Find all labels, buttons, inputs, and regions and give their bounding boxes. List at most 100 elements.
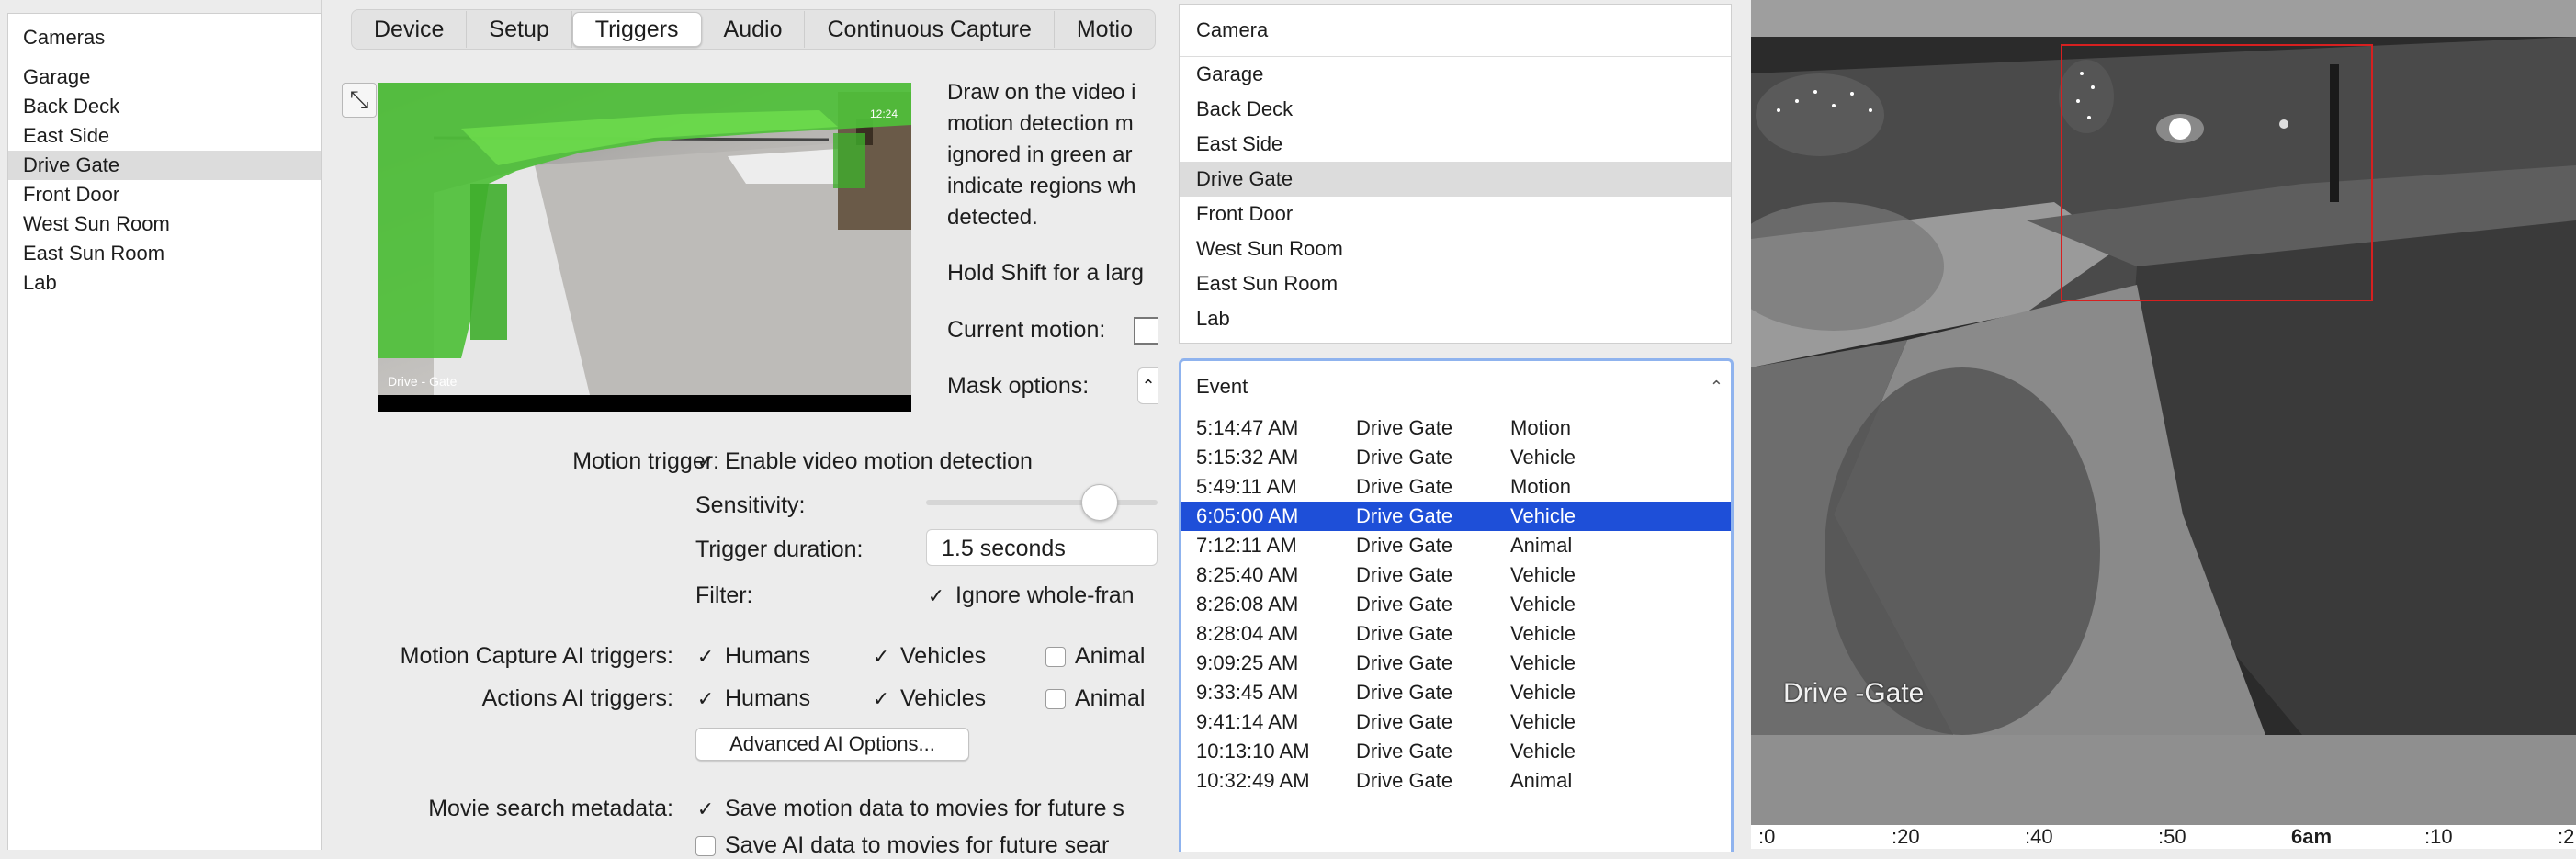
humans-label: Humans: [725, 643, 811, 669]
event-camera: Drive Gate: [1356, 593, 1453, 616]
mask-options-popup[interactable]: ⌃: [1137, 367, 1158, 404]
camera-table-row[interactable]: Front Door: [1180, 197, 1731, 232]
vehicles-label: Vehicles: [900, 643, 987, 669]
event-table-row[interactable]: 5:49:11 AM Drive Gate Motion: [1181, 472, 1731, 502]
camera-table-row[interactable]: Back Deck: [1180, 92, 1731, 127]
current-motion-label: Current motion:: [947, 317, 1106, 343]
camera-list-item[interactable]: East Sun Room: [8, 239, 321, 268]
mask-options-label: Mask options:: [947, 373, 1090, 399]
timeline-tick-label: :40: [2025, 825, 2053, 848]
event-table-row[interactable]: 7:12:11 AM Drive Gate Animal: [1181, 531, 1731, 560]
event-table-row[interactable]: 8:26:08 AM Drive Gate Vehicle: [1181, 590, 1731, 619]
tab-device[interactable]: Device: [352, 11, 468, 48]
tab-audio[interactable]: Audio: [702, 11, 806, 48]
event-table-row[interactable]: 9:33:45 AM Drive Gate Vehicle: [1181, 678, 1731, 707]
save-ai-data-checkbox[interactable]: Save AI data to movies for future sear: [695, 832, 1158, 859]
event-table-header[interactable]: Event ⌃: [1181, 361, 1731, 413]
camera-list-header: Cameras: [8, 14, 321, 62]
sensitivity-slider-knob[interactable]: [1081, 484, 1119, 521]
camera-list-item[interactable]: West Sun Room: [8, 209, 321, 239]
capture-animals-checkbox[interactable]: Animal: [1045, 643, 1158, 670]
event-header-label: Event: [1196, 375, 1248, 398]
event-table-row[interactable]: 5:15:32 AM Drive Gate Vehicle: [1181, 443, 1731, 472]
mask-description: Draw on the video i motion detection m i…: [947, 77, 1158, 233]
advanced-ai-options-button[interactable]: Advanced AI Options...: [695, 728, 969, 761]
camera-list-item[interactable]: East Side: [8, 121, 321, 151]
check-icon: ✓: [927, 584, 945, 608]
event-type: Vehicle: [1510, 710, 1576, 733]
tab-motio[interactable]: Motio: [1055, 11, 1155, 48]
capture-humans-checkbox[interactable]: ✓ Humans: [695, 643, 810, 670]
camera-list-item[interactable]: Lab: [8, 268, 321, 298]
sensitivity-slider-track[interactable]: [926, 500, 1158, 505]
camera-table-header[interactable]: Camera: [1180, 5, 1731, 57]
camera-table-row[interactable]: Garage: [1180, 57, 1731, 92]
event-time: 10:32:49 AM: [1196, 769, 1310, 792]
camera-table-row[interactable]: West Sun Room: [1180, 232, 1731, 266]
event-table-row[interactable]: 10:32:49 AM Drive Gate Animal: [1181, 766, 1731, 796]
animals-label: Animal: [1075, 685, 1146, 711]
actions-humans-checkbox[interactable]: ✓ Humans: [695, 685, 810, 712]
camera-list-item[interactable]: Front Door: [8, 180, 321, 209]
event-time: 5:15:32 AM: [1196, 446, 1299, 469]
timeline-tick-label: :20: [1892, 825, 1920, 848]
tab-triggers[interactable]: Triggers: [571, 12, 702, 47]
event-type: Motion: [1510, 475, 1572, 498]
camera-table-row[interactable]: East Side: [1180, 127, 1731, 162]
event-type: Vehicle: [1510, 622, 1576, 645]
camera-table-row[interactable]: Drive Gate: [1180, 162, 1731, 197]
preview-image[interactable]: Drive - Gate 12:24: [378, 83, 911, 395]
expand-icon[interactable]: ⤡: [342, 83, 377, 118]
event-table-row[interactable]: 10:13:10 AM Drive Gate Vehicle: [1181, 737, 1731, 766]
event-type: Animal: [1510, 534, 1573, 557]
tab-setup[interactable]: Setup: [467, 11, 572, 48]
event-table-row[interactable]: 6:05:00 AM Drive Gate Vehicle: [1181, 502, 1731, 531]
camera-table-row[interactable]: Lab: [1180, 301, 1731, 336]
event-time: 5:49:11 AM: [1196, 475, 1297, 498]
save-motion-data-checkbox[interactable]: ✓ Save motion data to movies for future s: [695, 796, 1158, 822]
event-time: 7:12:11 AM: [1196, 534, 1297, 557]
event-table-row[interactable]: 9:09:25 AM Drive Gate Vehicle: [1181, 649, 1731, 678]
check-icon: ✓: [872, 645, 890, 669]
actions-ai-triggers-label: Actions AI triggers:: [481, 685, 673, 711]
capture-vehicles-checkbox[interactable]: ✓ Vehicles: [871, 643, 986, 670]
settings-tabbar: Device Setup Triggers Audio Continuous Captu…: [351, 9, 1156, 50]
save-motion-label: Save motion data to movies for future s: [725, 796, 1124, 821]
ignore-whole-frame-checkbox[interactable]: ✓ Ignore whole-fran: [926, 582, 1135, 609]
event-time: 6:05:00 AM: [1196, 504, 1299, 527]
event-time: 8:28:04 AM: [1196, 622, 1299, 645]
actions-animals-checkbox[interactable]: Animal: [1045, 685, 1158, 712]
movie-search-metadata-label: Movie search metadata:: [428, 796, 673, 821]
event-time: 9:41:14 AM: [1196, 710, 1299, 733]
event-camera: Drive Gate: [1356, 769, 1453, 792]
event-table-row[interactable]: 9:41:14 AM Drive Gate Vehicle: [1181, 707, 1731, 737]
actions-vehicles-checkbox[interactable]: ✓ Vehicles: [871, 685, 986, 712]
event-type: Vehicle: [1510, 563, 1576, 586]
camera-list-item[interactable]: Drive Gate: [8, 151, 321, 180]
event-camera: Drive Gate: [1356, 681, 1453, 704]
event-type: Vehicle: [1510, 593, 1576, 616]
camera-list-item[interactable]: Back Deck: [8, 92, 321, 121]
trigger-duration-select[interactable]: 1.5 seconds: [926, 529, 1158, 566]
event-camera: Drive Gate: [1356, 622, 1453, 645]
event-camera: Drive Gate: [1356, 446, 1453, 469]
mask-preview[interactable]: Drive - Gate 12:24: [378, 83, 911, 412]
event-table-row[interactable]: 8:28:04 AM Drive Gate Vehicle: [1181, 619, 1731, 649]
check-icon: ✓: [696, 450, 715, 474]
event-type: Animal: [1510, 769, 1573, 792]
event-table-row[interactable]: 5:14:47 AM Drive Gate Motion: [1181, 413, 1731, 443]
timeline-ruler[interactable]: :0:20:40:50 6am:10:2: [1751, 825, 2576, 849]
camera-list-item[interactable]: Garage: [8, 62, 321, 92]
event-type: Vehicle: [1510, 504, 1576, 527]
enable-motion-detection-checkbox[interactable]: ✓ Enable video motion detection: [695, 448, 1033, 475]
check-icon: ✓: [872, 687, 890, 711]
camera-video-view[interactable]: Drive -Gate: [1751, 37, 2576, 735]
tab-continuous-capture[interactable]: Continuous Capture: [805, 11, 1055, 48]
camera-table-row[interactable]: East Sun Room: [1180, 266, 1731, 301]
event-time: 9:09:25 AM: [1196, 651, 1299, 674]
description-line: Draw on the video i: [947, 80, 1136, 105]
event-type: Vehicle: [1510, 446, 1576, 469]
event-camera: Drive Gate: [1356, 416, 1453, 439]
event-table-row[interactable]: 8:25:40 AM Drive Gate Vehicle: [1181, 560, 1731, 590]
vehicles-label: Vehicles: [900, 685, 987, 711]
